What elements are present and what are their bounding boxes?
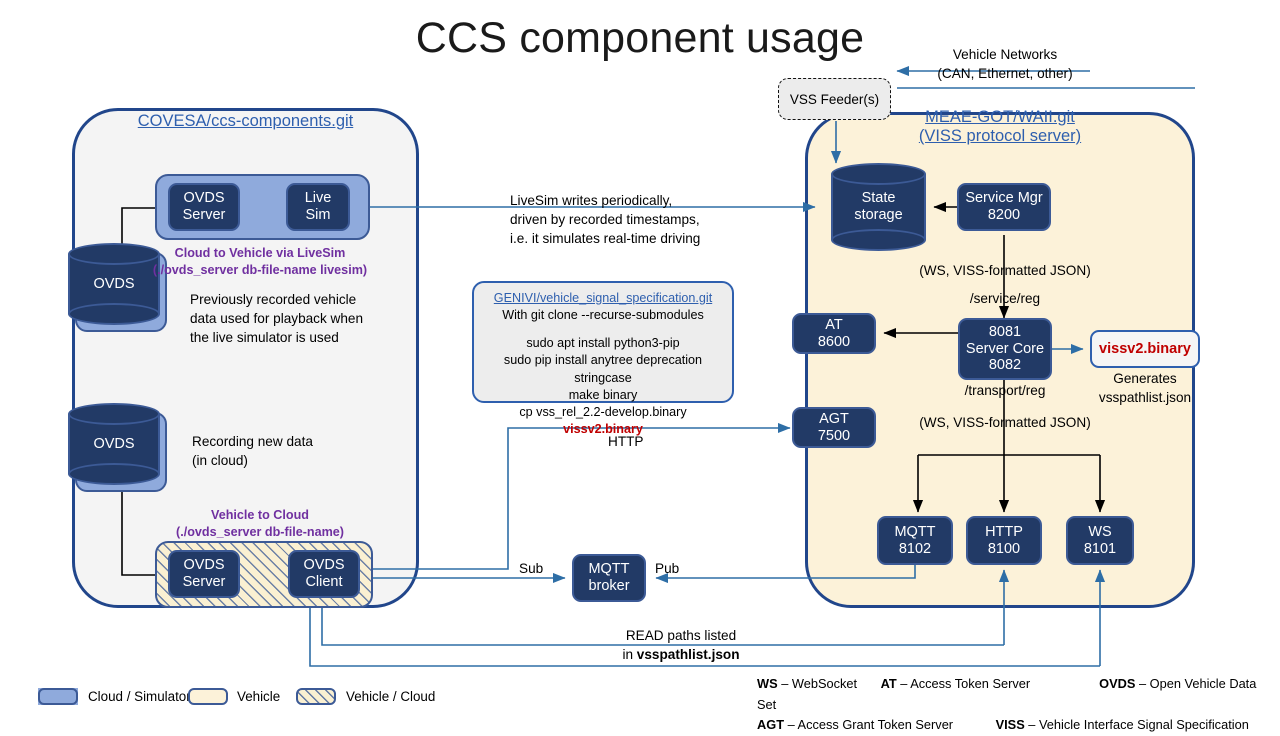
abbreviation-legend: WS – WebSocket AT – Access Token Server … xyxy=(757,674,1272,736)
service-reg-label: /service/reg xyxy=(969,291,1041,306)
genivi-line-5-prefix: cp vss_rel_2.2-develop.binary xyxy=(519,404,687,419)
read-paths-line-2: in vsspathlist.json xyxy=(516,646,846,665)
pub-label: Pub xyxy=(655,561,680,576)
cloud-to-vehicle-title: Cloud to Vehicle via LiveSim xyxy=(174,246,346,260)
node-agt[interactable]: AGT 7500 xyxy=(792,407,876,448)
node-ovds-store-top[interactable]: OVDS xyxy=(68,243,160,325)
left-panel-repo-link[interactable]: COVESA/ccs-components.git xyxy=(72,112,419,131)
node-mqtt-broker[interactable]: MQTT broker xyxy=(572,554,646,602)
abbrev-ws-desc: – WebSocket xyxy=(781,676,858,691)
node-ovds-store-bottom[interactable]: OVDS xyxy=(68,403,160,485)
genivi-line-5: cp vss_rel_2.2-develop.binary vissv2.bin… xyxy=(480,404,726,438)
vehicle-to-cloud-title: Vehicle to Cloud xyxy=(211,508,309,522)
cloud-to-vehicle-annotation: Cloud to Vehicle via LiveSim (./ovds_ser… xyxy=(152,245,368,279)
genivi-callout: GENIVI/vehicle_signal_specification.git … xyxy=(472,281,734,436)
cloud-to-vehicle-command: (./ovds_server db-file-name livesim) xyxy=(152,263,368,277)
ws-viss-json-label-2: (WS, VISS-formatted JSON) xyxy=(919,415,1091,430)
transport-reg-label: /transport/reg xyxy=(964,383,1046,398)
right-panel-subtitle: (VISS protocol server) xyxy=(918,127,1082,146)
node-ovds-server-bottom[interactable]: OVDS Server xyxy=(168,550,240,598)
livesim-note: LiveSim writes periodically, driven by r… xyxy=(510,193,701,246)
sub-label: Sub xyxy=(519,561,544,576)
node-vissv2-binary[interactable]: vissv2.binary xyxy=(1090,330,1200,368)
playback-note: Previously recorded vehicle data used fo… xyxy=(190,292,364,345)
node-mqtt-8102[interactable]: MQTT 8102 xyxy=(877,516,953,565)
legend-chip-vehicle xyxy=(188,688,228,705)
node-ws-8101[interactable]: WS 8101 xyxy=(1066,516,1134,565)
node-live-sim[interactable]: Live Sim xyxy=(286,183,350,231)
abbrev-row-1: WS – WebSocket AT – Access Token Server … xyxy=(757,674,1272,715)
vss-feeder-label: VSS Feeder(s) xyxy=(789,91,880,107)
diagram-canvas: CCS component usage COVESA/ccs-component… xyxy=(0,0,1280,732)
vehicle-networks-label: Vehicle Networks (CAN, Ethernet, other) xyxy=(937,47,1073,81)
http-label: HTTP xyxy=(608,434,644,449)
legend-chip-cloud-simulator xyxy=(38,688,78,705)
read-paths-prefix: in xyxy=(622,646,637,662)
read-paths-line-1: READ paths listed xyxy=(625,628,737,643)
node-service-mgr[interactable]: Service Mgr 8200 xyxy=(957,183,1051,231)
node-http-8100[interactable]: HTTP 8100 xyxy=(966,516,1042,565)
generates-label: Generates vsspathlist.json xyxy=(1098,371,1192,405)
legend-label-vehicle-cloud: Vehicle / Cloud xyxy=(346,689,436,704)
abbrev-row-2: AGT – Access Grant Token Server VISS – V… xyxy=(757,715,1272,736)
abbrev-ws: WS – WebSocket xyxy=(757,674,877,695)
node-server-core[interactable]: 8081 Server Core 8082 xyxy=(958,318,1052,380)
node-ovds-client[interactable]: OVDS Client xyxy=(288,550,360,598)
legend-label-cloud-simulator: Cloud / Simulator xyxy=(88,689,191,704)
genivi-repo-link[interactable]: GENIVI/vehicle_signal_specification.git xyxy=(480,290,726,307)
vehicle-to-cloud-annotation: Vehicle to Cloud (./ovds_server db-file-… xyxy=(152,507,368,541)
vissv2-binary-label: vissv2.binary xyxy=(1099,341,1191,357)
read-paths-annotation: READ paths listed in vsspathlist.json xyxy=(516,627,846,665)
abbrev-at-key: AT xyxy=(880,676,897,691)
genivi-line-3: sudo pip install anytree deprecation str… xyxy=(503,353,703,385)
vehicle-to-cloud-command: (./ovds_server db-file-name) xyxy=(176,525,344,539)
state-storage-label: State storage xyxy=(854,190,903,223)
node-ovds-server-top[interactable]: OVDS Server xyxy=(168,183,240,231)
ovds-cylinder-bottom-label: OVDS xyxy=(93,435,135,452)
abbrev-ws-key: WS xyxy=(757,676,778,691)
recording-note: Recording new data (in cloud) xyxy=(192,434,313,468)
genivi-line-1: With git clone --recurse-submodules xyxy=(502,308,704,323)
node-vss-feeder[interactable]: VSS Feeder(s) xyxy=(778,78,891,120)
abbrev-ovds-key: OVDS xyxy=(1099,676,1136,691)
genivi-line-4: make binary xyxy=(568,387,638,402)
ovds-cylinder-top-label: OVDS xyxy=(93,275,135,292)
node-at[interactable]: AT 8600 xyxy=(792,313,876,354)
node-state-storage[interactable]: State storage xyxy=(831,163,926,251)
abbrev-at: AT – Access Token Server xyxy=(881,674,1096,695)
read-paths-filename: vsspathlist.json xyxy=(636,646,740,662)
ws-viss-json-label-1: (WS, VISS-formatted JSON) xyxy=(919,263,1091,278)
abbrev-at-desc: – Access Token Server xyxy=(900,676,1031,691)
legend-label-vehicle: Vehicle xyxy=(237,689,281,704)
legend-chip-vehicle-cloud xyxy=(296,688,336,705)
abbrev-agt: AGT – Access Grant Token Server xyxy=(757,715,992,736)
genivi-line-2: sudo apt install python3-pip xyxy=(526,336,680,351)
